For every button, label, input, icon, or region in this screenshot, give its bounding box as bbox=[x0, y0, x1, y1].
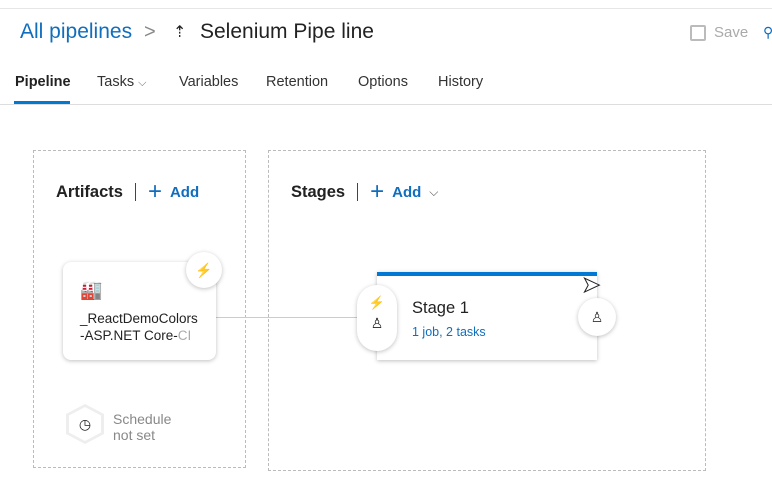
schedule-label: Schedule bbox=[113, 411, 172, 427]
chevron-down-icon: ⌵ bbox=[429, 184, 439, 199]
chevron-down-icon: ⌵ bbox=[138, 77, 147, 89]
breadcrumb-separator: > bbox=[144, 21, 156, 43]
add-stage-button[interactable]: + Add ⌵ bbox=[370, 180, 438, 204]
tab-retention[interactable]: Retention bbox=[266, 74, 328, 90]
approver-icon: ♙ bbox=[370, 315, 384, 331]
save-label: Save bbox=[714, 24, 749, 41]
connector-line bbox=[216, 317, 360, 318]
stage-card[interactable]: Stage 1 1 job, 2 tasks bbox=[377, 272, 597, 360]
pipeline-icon: ⇡ bbox=[173, 24, 187, 41]
plus-icon: + bbox=[147, 178, 162, 205]
stage-summary[interactable]: 1 job, 2 tasks bbox=[412, 325, 486, 339]
add-artifact-button[interactable]: + Add bbox=[148, 180, 199, 204]
tab-tasks-label: Tasks bbox=[97, 74, 135, 90]
artifact-name: _ReactDemoColors bbox=[80, 311, 198, 326]
add-label: Add bbox=[169, 183, 200, 201]
artifact-name-fade: CI bbox=[177, 328, 192, 343]
page-title: Selenium Pipe line bbox=[200, 20, 374, 43]
build-artifact-icon: 🏭 bbox=[80, 280, 103, 300]
trigger-icon: ⚡ bbox=[368, 295, 386, 310]
tab-history[interactable]: History bbox=[438, 74, 483, 90]
separator bbox=[357, 183, 359, 201]
stage-name: Stage 1 bbox=[412, 299, 469, 317]
divider bbox=[0, 104, 772, 105]
top-border bbox=[0, 8, 772, 9]
pre-deployment-conditions[interactable]: ⚡ ♙ bbox=[357, 285, 397, 351]
tab-options[interactable]: Options bbox=[358, 74, 408, 90]
clock-icon: ◷ bbox=[69, 407, 101, 441]
tab-pipeline[interactable]: Pipeline bbox=[15, 74, 71, 90]
add-label: Add bbox=[392, 183, 422, 201]
artifacts-heading: Artifacts bbox=[56, 182, 123, 201]
tab-variables[interactable]: Variables bbox=[179, 74, 238, 90]
more-icon[interactable]: ⚲ bbox=[763, 24, 772, 41]
post-deployment-approver-icon[interactable]: ♙ bbox=[578, 298, 616, 336]
schedule-status: not set bbox=[113, 427, 156, 443]
continuous-deployment-trigger-icon[interactable]: ⚡ bbox=[186, 252, 222, 288]
stages-heading: Stages bbox=[291, 182, 346, 201]
breadcrumb-all-pipelines[interactable]: All pipelines bbox=[20, 20, 132, 44]
save-icon bbox=[690, 24, 706, 41]
artifact-name-cont: -ASP.NET Core- bbox=[80, 328, 178, 343]
tab-tasks[interactable]: Tasks ⌵ bbox=[97, 74, 146, 90]
plus-icon: + bbox=[370, 178, 385, 205]
separator bbox=[134, 183, 136, 201]
save-button[interactable]: Save bbox=[690, 24, 748, 41]
mouse-cursor-icon: ➤ bbox=[581, 272, 601, 298]
